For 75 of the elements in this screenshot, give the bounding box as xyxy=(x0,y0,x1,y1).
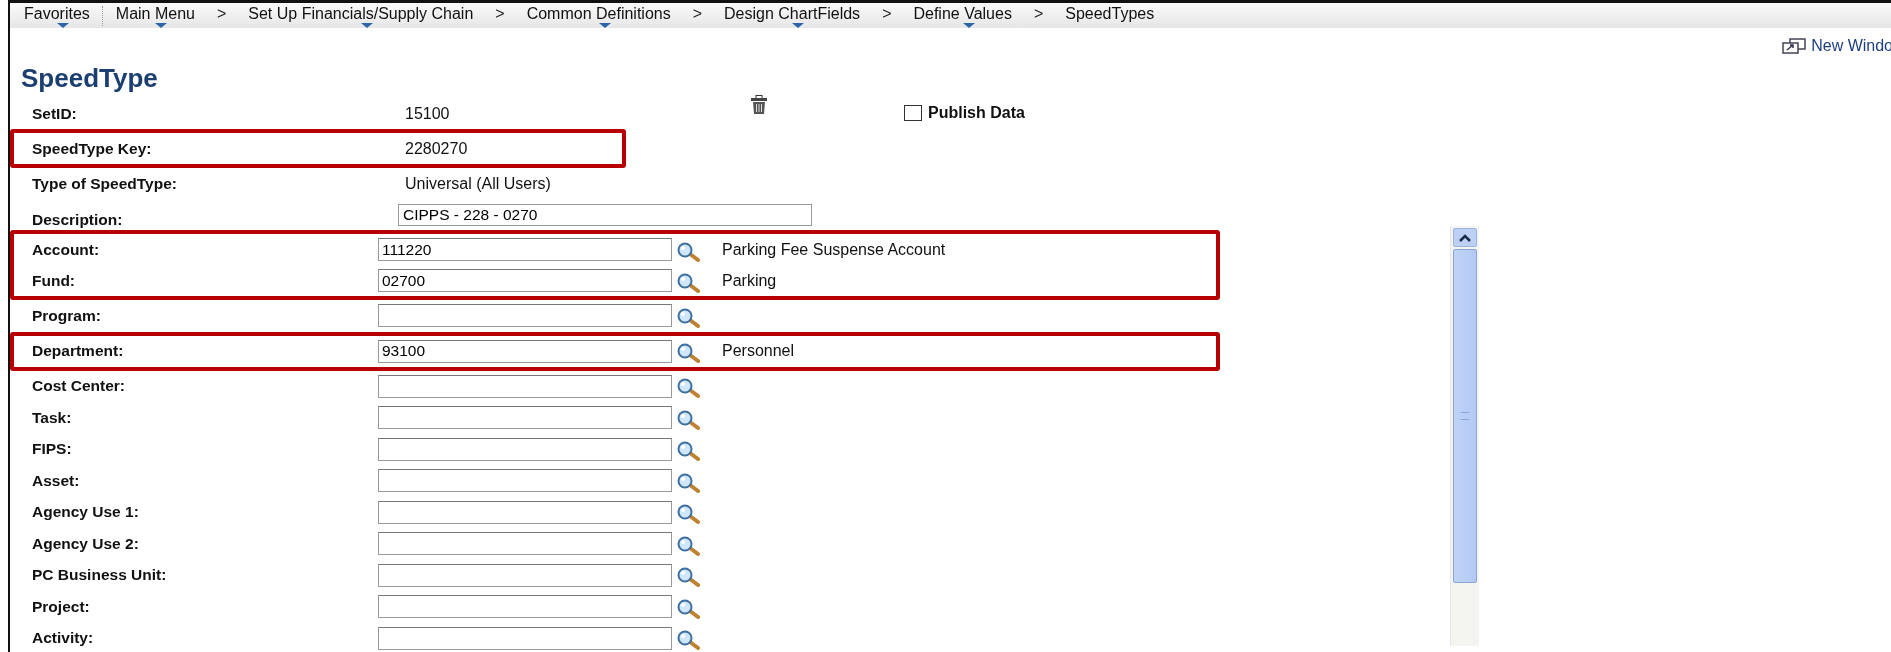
input-field[interactable] xyxy=(378,595,672,619)
field-label: Agency Use 1: xyxy=(31,503,140,522)
input-field[interactable] xyxy=(378,304,672,328)
field-value: 15100 xyxy=(405,104,451,123)
input-field[interactable] xyxy=(378,437,672,461)
publish-checkbox[interactable] xyxy=(904,104,922,121)
field-label: Activity: xyxy=(31,629,95,648)
field-label: Asset: xyxy=(31,471,81,490)
search-icon[interactable] xyxy=(676,307,700,328)
separator: > xyxy=(216,4,227,24)
lookup-description: Parking xyxy=(722,271,777,290)
input-field[interactable]: 02700 xyxy=(378,269,672,292)
search-icon[interactable] xyxy=(676,241,700,262)
breadcrumb-link[interactable]: Main Menu xyxy=(113,3,197,28)
new-window-icon xyxy=(1781,38,1808,54)
search-icon[interactable] xyxy=(676,504,700,525)
breadcrumb-link[interactable]: Define Values xyxy=(911,3,1014,28)
breadcrumb-link[interactable]: Design ChartFields xyxy=(722,3,863,28)
field-value: Universal (All Users) xyxy=(405,174,552,193)
separator: > xyxy=(1033,4,1044,24)
dropdown-indicator-icon xyxy=(155,23,168,28)
input-field[interactable] xyxy=(378,532,672,556)
field-label: Department: xyxy=(31,342,125,360)
field-label: Program: xyxy=(31,306,102,325)
chevron-up-icon[interactable] xyxy=(1457,232,1473,243)
input-field[interactable] xyxy=(378,563,672,587)
page-title: SpeedType xyxy=(20,62,158,95)
breadcrumb-link[interactable]: SpeedTypes xyxy=(1063,3,1157,28)
scrollbar[interactable] xyxy=(1450,226,1479,646)
input-field[interactable] xyxy=(378,500,672,524)
search-icon[interactable] xyxy=(676,598,700,619)
separator: > xyxy=(692,4,703,24)
input-field[interactable] xyxy=(378,406,672,430)
search-icon[interactable] xyxy=(676,441,700,462)
lookup-description: Personnel xyxy=(722,342,795,360)
breadcrumb-link[interactable]: Common Definitions xyxy=(524,3,673,28)
dropdown-indicator-icon xyxy=(792,23,805,28)
search-icon[interactable] xyxy=(676,378,700,399)
input-field[interactable]: 111220 xyxy=(378,238,672,261)
search-icon[interactable] xyxy=(676,409,700,430)
breadcrumb-link[interactable]: Favorites xyxy=(22,3,92,28)
separator: > xyxy=(882,4,892,24)
checkbox-label: Publish Data xyxy=(928,103,1025,122)
field-label: Fund: xyxy=(31,271,77,290)
dropdown-indicator-icon xyxy=(962,23,975,28)
field-label: Description: xyxy=(31,209,124,229)
input-field[interactable] xyxy=(378,469,672,493)
field-label: Type of SpeedType: xyxy=(31,174,178,193)
input-field[interactable] xyxy=(378,626,672,650)
field-label: Agency Use 2: xyxy=(31,534,140,553)
dropdown-indicator-icon xyxy=(56,23,69,28)
search-icon[interactable] xyxy=(676,343,700,363)
field-value: 2280270 xyxy=(405,139,469,158)
separator: > xyxy=(495,4,505,24)
field-label: PC Business Unit: xyxy=(31,566,168,585)
field-label: Project: xyxy=(31,597,91,616)
field-label: FIPS: xyxy=(31,440,73,459)
search-icon[interactable] xyxy=(676,272,700,293)
dropdown-indicator-icon xyxy=(598,23,611,28)
field-label: Task: xyxy=(31,408,73,427)
input-field[interactable]: 93100 xyxy=(378,339,672,363)
field-label: SpeedType Key: xyxy=(31,139,153,158)
search-icon[interactable] xyxy=(676,567,700,588)
description-field[interactable]: CIPPS - 228 - 0270 xyxy=(398,203,812,226)
lookup-description: Parking Fee Suspense Account xyxy=(722,240,946,259)
dropdown-indicator-icon xyxy=(360,23,373,28)
input-field[interactable] xyxy=(378,374,672,398)
field-label: SetID: xyxy=(31,104,78,123)
search-icon[interactable] xyxy=(676,630,700,651)
breadcrumb-link[interactable]: Set Up Financials/Supply Chain xyxy=(246,3,476,28)
search-icon[interactable] xyxy=(676,535,700,556)
field-label: Cost Center: xyxy=(31,377,126,396)
trash-icon[interactable] xyxy=(750,94,768,115)
search-icon[interactable] xyxy=(676,472,700,493)
field-label: Account: xyxy=(31,240,101,259)
